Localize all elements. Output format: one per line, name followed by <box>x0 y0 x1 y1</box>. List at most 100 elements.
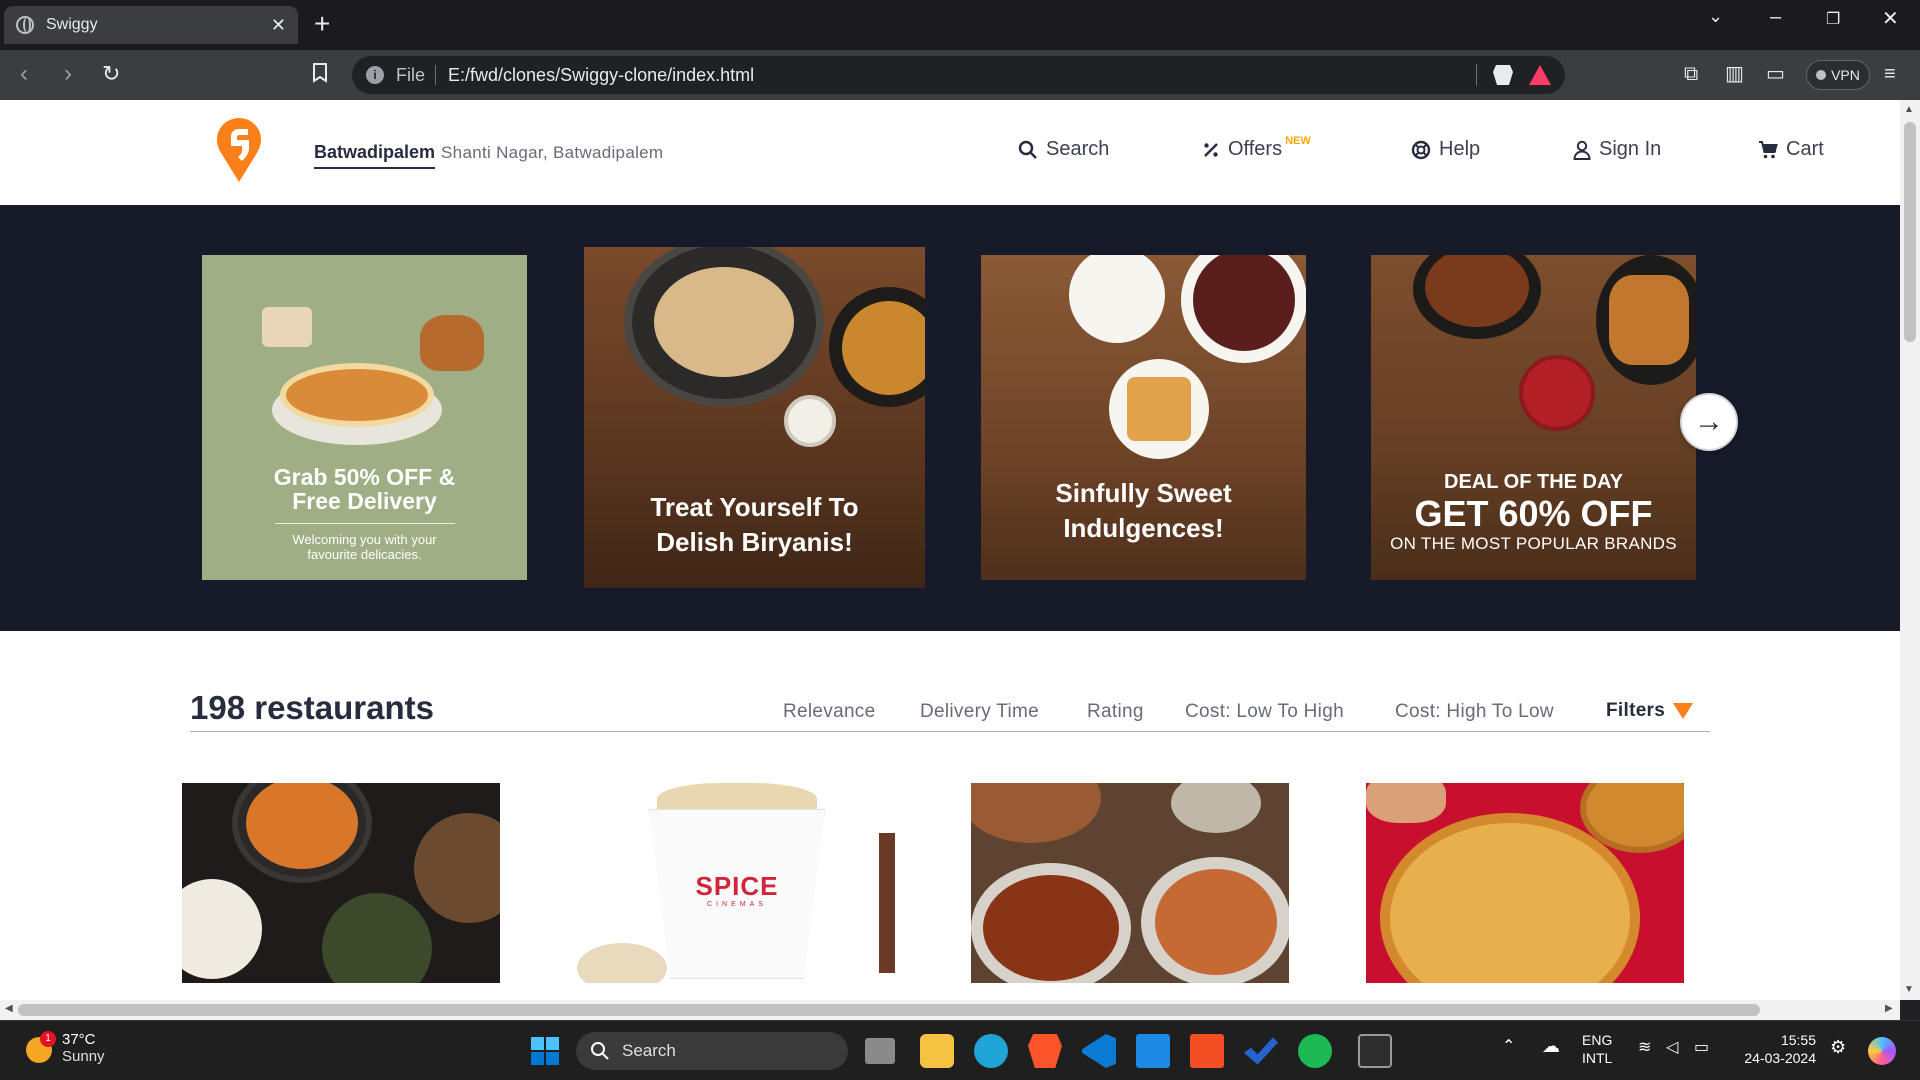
nav-help-label: Help <box>1439 138 1481 160</box>
nav-search[interactable]: Search <box>1018 138 1109 161</box>
restaurant-card[interactable] <box>971 783 1289 983</box>
nav-offers[interactable]: Offers NEW <box>1202 135 1311 161</box>
scroll-down-icon[interactable]: ▼ <box>1904 984 1914 995</box>
banner-biryanis[interactable]: Treat Yourself To Delish Biryanis! <box>584 247 925 588</box>
start-button[interactable] <box>528 1034 562 1068</box>
sidebar-icon[interactable]: ▥ <box>1725 63 1744 85</box>
back-button[interactable]: ‹ <box>20 62 28 86</box>
raita-bowl-image <box>784 395 836 447</box>
location-selector[interactable]: Batwadipalem Shanti Nagar, Batwadipalem <box>314 142 663 169</box>
bookmark-icon <box>313 63 327 83</box>
file-explorer-icon[interactable] <box>920 1034 954 1068</box>
task-view-icon[interactable] <box>865 1038 895 1064</box>
biryani-rice-image <box>654 267 794 377</box>
clock[interactable]: 15:55 24-03-2024 <box>1736 1031 1816 1067</box>
onedrive-icon[interactable]: ☁ <box>1542 1037 1560 1055</box>
fried-rice-image <box>842 301 925 395</box>
forward-button[interactable]: › <box>64 62 72 86</box>
tab-title: Swiggy <box>46 16 98 33</box>
sort-delivery-time[interactable]: Delivery Time <box>920 701 1039 723</box>
scroll-up-icon[interactable]: ▲ <box>1904 104 1914 115</box>
microsoft-store-icon[interactable] <box>1190 1034 1224 1068</box>
new-tab-button[interactable]: + <box>314 10 330 38</box>
scroll-right-icon[interactable]: ▶ <box>1885 1003 1893 1014</box>
close-window-button[interactable]: ✕ <box>1882 6 1899 31</box>
tray-overflow-icon[interactable]: ⌃ <box>1502 1038 1515 1056</box>
fried-chicken-image <box>1609 275 1689 365</box>
vertical-scroll-thumb[interactable] <box>1904 122 1916 342</box>
language-line2: INTL <box>1582 1050 1613 1066</box>
reload-button[interactable]: ↻ <box>102 62 120 86</box>
browser-tab[interactable]: Swiggy ✕ <box>4 6 298 44</box>
taskbar-search[interactable]: Search <box>576 1032 848 1070</box>
wallet-icon[interactable]: ▭ <box>1766 63 1785 85</box>
todo-icon[interactable] <box>1244 1037 1278 1065</box>
restaurant-card[interactable] <box>182 783 500 983</box>
snack-image <box>577 943 667 983</box>
word-icon[interactable] <box>1136 1034 1170 1068</box>
menu-icon[interactable]: ≡ <box>1884 63 1896 85</box>
language-indicator[interactable]: ENG INTL <box>1582 1031 1612 1067</box>
pizza-image <box>280 363 434 427</box>
horizontal-scroll-thumb[interactable] <box>18 1004 1760 1016</box>
cart-icon <box>1759 140 1778 158</box>
restaurant-card[interactable] <box>1366 783 1684 983</box>
spotify-icon[interactable] <box>1298 1034 1332 1068</box>
brave-rewards-icon[interactable] <box>1529 65 1551 85</box>
discount-icon <box>1204 142 1218 157</box>
vpn-button[interactable]: VPN <box>1806 60 1870 90</box>
banner-desserts[interactable]: Sinfully Sweet Indulgences! <box>981 255 1306 580</box>
notification-bell-icon[interactable]: ⚙ <box>1830 1038 1846 1056</box>
sort-relevance[interactable]: Relevance <box>783 701 875 723</box>
nav-cart[interactable]: Cart <box>1758 138 1824 161</box>
terminal-icon[interactable] <box>1358 1034 1392 1068</box>
edge-icon[interactable] <box>974 1034 1008 1068</box>
sort-cost-high-low[interactable]: Cost: High To Low <box>1395 701 1554 723</box>
chilli-chicken-image <box>1519 355 1595 431</box>
windows-taskbar: 1 37°C Sunny Search ⌃ ☁ ENG INTL ≋ ◁ ▭ 1… <box>0 1020 1920 1080</box>
horizontal-scrollbar[interactable]: ◀ ▶ <box>0 1000 1900 1020</box>
nav-signin[interactable]: Sign In <box>1573 138 1661 161</box>
bookmark-button[interactable] <box>312 63 328 83</box>
carousel-next-button[interactable]: → <box>1680 393 1738 451</box>
tab-close-icon[interactable]: ✕ <box>271 15 286 36</box>
tab-search-chevron-icon[interactable]: ⌄ <box>1708 6 1723 27</box>
search-icon <box>591 1042 609 1060</box>
vertical-scrollbar[interactable]: ▲ ▼ <box>1900 100 1920 1000</box>
clock-time: 15:55 <box>1780 1032 1816 1048</box>
battery-icon[interactable]: ▭ <box>1694 1039 1709 1057</box>
copilot-icon[interactable] <box>1868 1037 1896 1065</box>
vscode-icon[interactable] <box>1082 1034 1116 1068</box>
extensions-icon[interactable]: ⧉ <box>1684 63 1698 85</box>
banner-free-delivery[interactable]: Grab 50% OFF & Free Delivery Welcoming y… <box>202 255 527 580</box>
url-text[interactable]: E:/fwd/clones/Swiggy-clone/index.html <box>448 65 754 86</box>
filters-button[interactable]: Filters <box>1606 700 1694 722</box>
volume-muted-icon[interactable]: ◁ <box>1666 1039 1678 1057</box>
nav-help[interactable]: Help <box>1411 138 1480 161</box>
search-icon <box>1018 140 1037 159</box>
nav-cart-label: Cart <box>1786 138 1824 160</box>
swiggy-logo-icon[interactable] <box>217 118 261 182</box>
language-line1: ENG <box>1582 1032 1613 1048</box>
url-divider <box>1476 64 1477 86</box>
sort-rating[interactable]: Rating <box>1087 701 1144 723</box>
scroll-left-icon[interactable]: ◀ <box>5 1003 13 1014</box>
globe-icon <box>16 16 34 34</box>
hand-image <box>1366 783 1446 823</box>
url-scheme: File <box>396 64 426 85</box>
restore-button[interactable]: ❐ <box>1826 9 1840 29</box>
site-info-icon[interactable]: i <box>366 66 384 84</box>
wifi-icon[interactable]: ≋ <box>1638 1039 1651 1057</box>
brave-shields-icon[interactable] <box>1493 65 1513 85</box>
drink-bottle-image <box>879 833 895 973</box>
raita-bowl-image <box>1171 783 1261 833</box>
offers-carousel: Grab 50% OFF & Free Delivery Welcoming y… <box>0 205 1900 631</box>
banner-deal-of-the-day[interactable]: DEAL OF THE DAY GET 60% OFF ON THE MOST … <box>1371 255 1696 580</box>
minimize-button[interactable]: – <box>1770 6 1781 29</box>
address-bar[interactable]: i File E:/fwd/clones/Swiggy-clone/index.… <box>352 56 1565 94</box>
waffle-image <box>1127 377 1191 441</box>
sort-cost-low-high[interactable]: Cost: Low To High <box>1185 701 1344 723</box>
restaurant-card[interactable]: SPICE CINEMAS <box>577 783 895 983</box>
weather-widget[interactable]: 1 37°C Sunny <box>26 1031 105 1065</box>
brave-browser-icon[interactable] <box>1028 1034 1062 1068</box>
